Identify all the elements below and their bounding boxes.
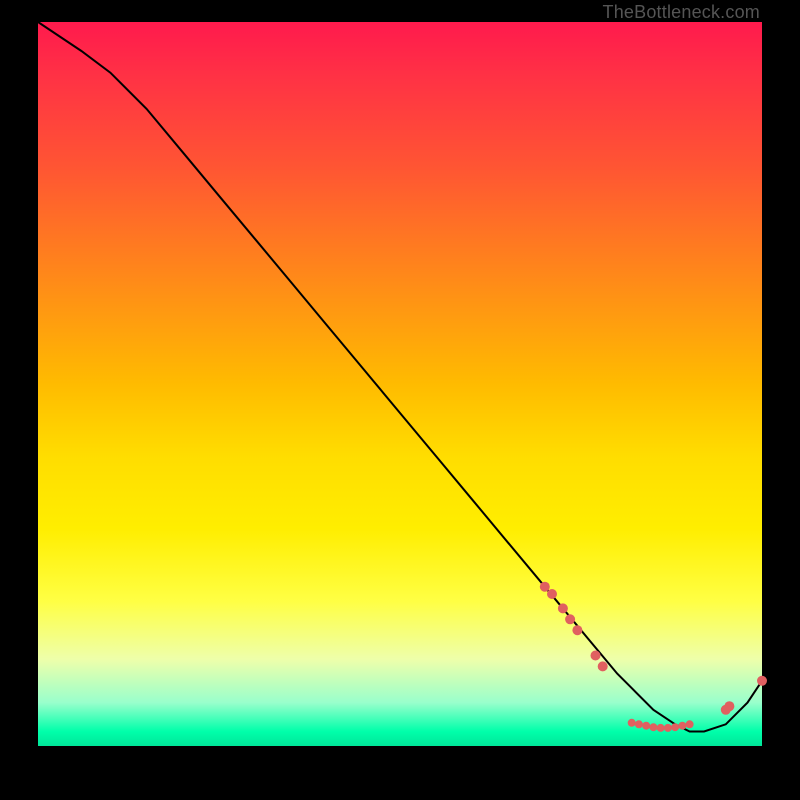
data-point	[558, 603, 568, 613]
data-point	[628, 719, 636, 727]
data-point	[547, 589, 557, 599]
data-point	[686, 720, 694, 728]
watermark-text: TheBottleneck.com	[603, 2, 760, 23]
data-point	[598, 661, 608, 671]
chart-svg	[38, 22, 762, 746]
data-point	[591, 651, 601, 661]
data-point	[540, 582, 550, 592]
data-point	[642, 722, 650, 730]
data-point	[565, 614, 575, 624]
data-point	[635, 720, 643, 728]
data-point	[664, 724, 672, 732]
data-point	[572, 625, 582, 635]
data-point	[757, 676, 767, 686]
data-point	[724, 701, 734, 711]
data-point	[671, 723, 679, 731]
data-point	[649, 723, 657, 731]
curve-line	[38, 22, 762, 732]
data-point	[678, 722, 686, 730]
data-point	[657, 724, 665, 732]
